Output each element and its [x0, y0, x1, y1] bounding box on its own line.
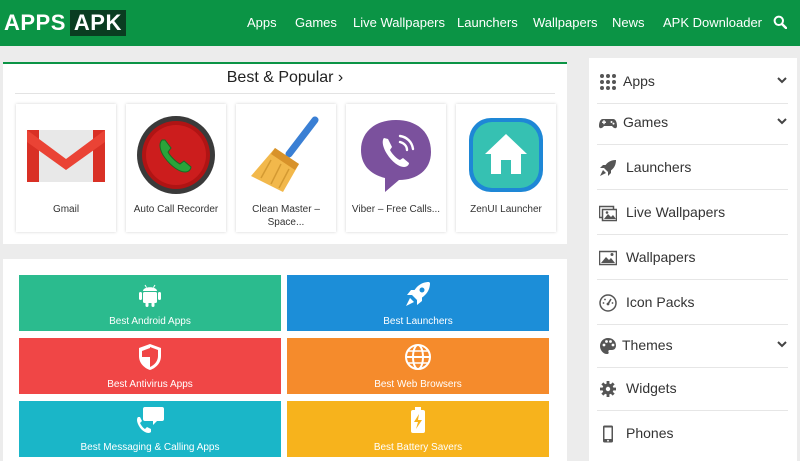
tile-label: Best Android Apps	[109, 316, 191, 327]
tile-best-antivirus-apps[interactable]: Best Antivirus Apps	[19, 338, 281, 394]
chevron-down-icon[interactable]	[777, 340, 787, 348]
phone-icon	[603, 425, 613, 443]
call-recorder-icon	[137, 116, 215, 194]
chat-phone-icon	[137, 407, 164, 433]
broom-icon	[251, 116, 319, 192]
best-popular-title[interactable]: Best & Popular ›	[3, 67, 567, 89]
picture-icon	[599, 250, 617, 266]
tile-label: Best Battery Savers	[373, 442, 463, 453]
app-card-viber[interactable]: Viber – Free Calls...	[346, 104, 446, 232]
app-name: ZenUI Launcher	[470, 204, 542, 215]
sidebar-item-games[interactable]: Games	[597, 101, 788, 145]
category-tiles-section: Best Android Apps Best Launchers Best An…	[3, 259, 567, 461]
nav-apps[interactable]: Apps	[247, 15, 277, 31]
top-navigation-bar: APPS APK Apps Games Live Wallpapers Laun…	[0, 0, 800, 46]
app-name: Viber – Free Calls...	[351, 204, 441, 215]
logo-apps-text: APPS	[4, 10, 66, 35]
sidebar-item-icon-packs[interactable]: Icon Packs	[597, 281, 788, 325]
sidebar-item-label: Themes	[622, 337, 673, 353]
app-name: Gmail	[52, 204, 80, 215]
dashboard-icon	[599, 294, 617, 312]
app-name: Auto Call Recorder	[133, 204, 219, 215]
sidebar-item-label: Live Wallpapers	[626, 204, 726, 220]
app-name: Clean Master – Space...	[252, 204, 320, 228]
sidebar-item-label: Phones	[626, 425, 674, 441]
images-icon	[599, 205, 617, 222]
home-icon	[469, 118, 543, 192]
nav-news[interactable]: News	[612, 15, 645, 31]
rocket-icon	[600, 160, 616, 176]
rocket-icon	[406, 282, 430, 306]
gear-icon	[600, 381, 616, 397]
tile-best-launchers[interactable]: Best Launchers	[287, 275, 549, 331]
nav-games[interactable]: Games	[295, 15, 337, 31]
sidebar-item-label: Games	[623, 114, 669, 130]
app-card-zenui-launcher[interactable]: ZenUI Launcher	[456, 104, 556, 232]
gamepad-icon	[599, 119, 617, 129]
sidebar-item-wallpapers[interactable]: Wallpapers	[597, 236, 788, 280]
tile-label: Best Messaging & Calling Apps	[80, 442, 220, 453]
gmail-icon	[27, 130, 105, 182]
sidebar-item-label: Widgets	[626, 380, 677, 396]
sidebar-item-live-wallpapers[interactable]: Live Wallpapers	[597, 191, 788, 235]
nav-live-wallpapers[interactable]: Live Wallpapers	[353, 15, 445, 31]
chevron-down-icon[interactable]	[777, 76, 787, 84]
tile-best-android-apps[interactable]: Best Android Apps	[19, 275, 281, 331]
best-popular-section: Best & Popular › Gmail Auto Call Recorde…	[3, 62, 567, 244]
sidebar-item-apps[interactable]: Apps	[597, 60, 788, 104]
sidebar-item-label: Apps	[623, 73, 655, 89]
sidebar-item-widgets[interactable]: Widgets	[597, 367, 788, 411]
sidebar-item-launchers[interactable]: Launchers	[597, 146, 788, 190]
tile-best-messaging-calling-apps[interactable]: Best Messaging & Calling Apps	[19, 401, 281, 457]
sidebar-item-label: Wallpapers	[626, 249, 696, 265]
nav-wallpapers[interactable]: Wallpapers	[533, 15, 598, 31]
app-card-clean-master[interactable]: Clean Master – Space...	[236, 104, 336, 232]
nav-launchers[interactable]: Launchers	[457, 15, 518, 31]
search-icon[interactable]	[773, 15, 787, 29]
section-divider	[15, 93, 555, 94]
palette-icon	[600, 338, 616, 354]
android-icon	[139, 284, 161, 307]
site-logo[interactable]: APPS APK	[4, 10, 126, 36]
tile-best-battery-savers[interactable]: Best Battery Savers	[287, 401, 549, 457]
shield-icon	[139, 344, 161, 370]
tile-label: Best Antivirus Apps	[107, 379, 193, 390]
app-card-gmail[interactable]: Gmail	[16, 104, 116, 232]
chevron-down-icon[interactable]	[777, 117, 787, 125]
sidebar-item-phones[interactable]: Phones	[597, 412, 788, 456]
logo-apk-text: APK	[69, 10, 126, 36]
battery-icon	[411, 407, 425, 433]
globe-icon	[405, 344, 431, 370]
sidebar-item-label: Launchers	[626, 159, 692, 175]
grid-icon	[600, 74, 616, 90]
nav-apk-downloader[interactable]: APK Downloader	[663, 15, 762, 31]
viber-icon	[361, 120, 431, 192]
tile-label: Best Launchers	[383, 316, 453, 327]
category-sidebar: Apps Games Launchers Live Wallpapers Wal…	[589, 58, 797, 461]
sidebar-item-themes[interactable]: Themes	[597, 324, 788, 368]
app-card-auto-call-recorder[interactable]: Auto Call Recorder	[126, 104, 226, 232]
sidebar-item-label: Icon Packs	[626, 294, 695, 310]
tile-best-web-browsers[interactable]: Best Web Browsers	[287, 338, 549, 394]
tile-label: Best Web Browsers	[374, 379, 462, 390]
